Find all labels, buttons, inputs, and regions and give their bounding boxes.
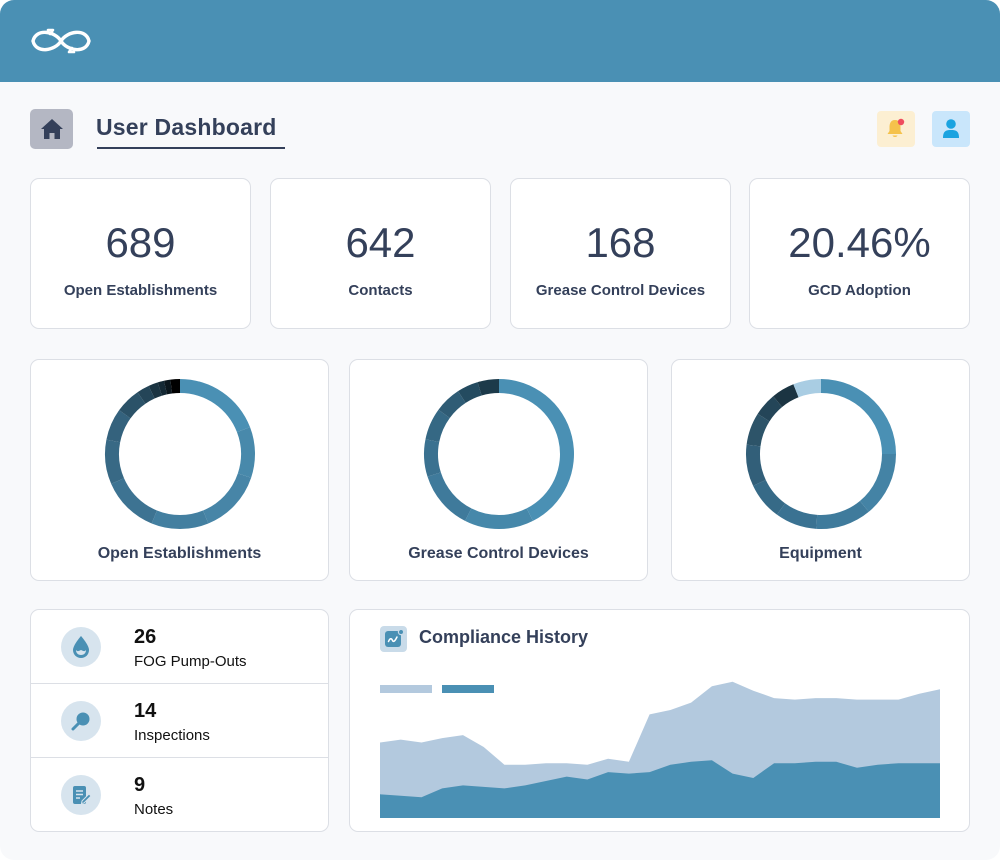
magnifier-icon (71, 712, 90, 731)
user-icon (943, 119, 959, 138)
donut-segment[interactable] (464, 508, 533, 529)
donut-card-open-establishments[interactable]: Open Establishments (30, 359, 329, 581)
donut-segment[interactable] (498, 379, 574, 521)
donut-segment[interactable] (745, 444, 766, 486)
stat-card-contacts[interactable]: 642 Contacts (270, 178, 491, 329)
stat-value: 20.46% (788, 219, 931, 266)
donut-label: Equipment (779, 545, 862, 562)
donut-segment[interactable] (776, 503, 817, 529)
donut-label: Grease Control Devices (408, 545, 589, 562)
notification-badge (897, 118, 905, 126)
stat-label: GCD Adoption (808, 282, 911, 299)
stat-label: Open Establishments (63, 282, 218, 299)
stat-label: Contacts (348, 282, 413, 299)
stat-card-open-establishments[interactable]: 689 Open Establishments (30, 178, 251, 329)
activity-list: 26 FOG Pump-Outs 14 Inspections 9 Notes (30, 609, 329, 832)
chart-title: Compliance History (419, 627, 589, 647)
donut-segment[interactable] (236, 427, 255, 478)
donut-segment[interactable] (752, 479, 785, 515)
home-button[interactable] (30, 109, 73, 149)
water-drop-icon (73, 636, 89, 658)
donut-segment[interactable] (179, 379, 250, 433)
list-label: Inspections (134, 727, 210, 744)
bell-icon (887, 118, 905, 137)
donut-segment[interactable] (792, 379, 821, 398)
stat-value: 642 (345, 219, 416, 266)
donut-segment[interactable] (104, 439, 124, 484)
compliance-history-card[interactable]: Compliance History (349, 609, 970, 832)
list-item-notes[interactable]: 9 Notes (31, 758, 328, 831)
donut-segment[interactable] (427, 472, 471, 521)
donut-card-grease-control-devices[interactable]: Grease Control Devices (349, 359, 648, 581)
list-item-inspections[interactable]: 14 Inspections (31, 684, 328, 758)
stat-value: 168 (585, 219, 656, 266)
profile-button[interactable] (932, 111, 970, 147)
stat-value: 689 (105, 219, 176, 266)
list-value: 14 (134, 700, 157, 722)
donut-chart (104, 379, 255, 529)
stat-label: Grease Control Devices (535, 282, 706, 299)
home-icon (40, 119, 63, 139)
donut-segment[interactable] (815, 501, 869, 529)
list-label: Notes (134, 801, 174, 818)
donut-card-equipment[interactable]: Equipment (671, 359, 970, 581)
donut-segment[interactable] (110, 478, 157, 524)
dashboard-frame: User Dashboard 689 Open Establishments 6… (0, 0, 1000, 860)
compliance-area-chart (380, 681, 940, 818)
list-value: 9 (134, 774, 146, 796)
list-label: FOG Pump-Outs (134, 653, 247, 670)
stat-card-gcd-adoption[interactable]: 20.46% GCD Adoption (749, 178, 970, 329)
infinity-recycle-icon[interactable] (28, 24, 94, 58)
notifications-button[interactable] (877, 111, 915, 147)
donut-chart (745, 379, 896, 529)
list-value: 26 (134, 626, 157, 648)
list-item-fog-pump-outs[interactable]: 26 FOG Pump-Outs (31, 610, 328, 684)
donut-chart (423, 379, 574, 529)
donut-segment[interactable] (820, 379, 896, 454)
donut-segment[interactable] (202, 473, 251, 524)
note-edit-icon (73, 786, 92, 805)
title-underline (97, 147, 285, 149)
stat-card-grease-control-devices[interactable]: 168 Grease Control Devices (510, 178, 731, 329)
page-title: User Dashboard (96, 114, 277, 140)
donut-segment[interactable] (423, 439, 441, 477)
donut-label: Open Establishments (97, 545, 262, 562)
trend-chart-icon (384, 629, 404, 647)
donut-segment[interactable] (151, 510, 208, 529)
donut-segment[interactable] (859, 454, 896, 512)
top-bar (0, 0, 1000, 82)
